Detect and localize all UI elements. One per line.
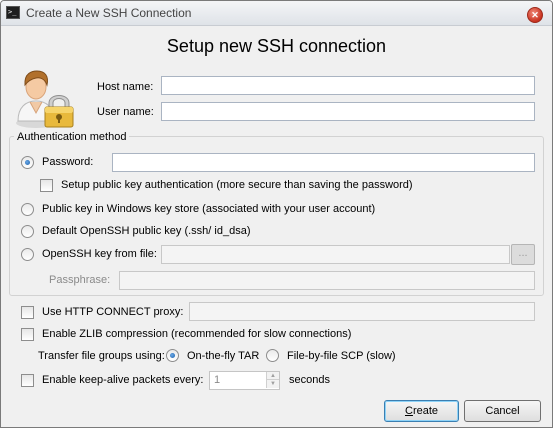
user-lock-icon — [16, 70, 74, 128]
transfer-scp-radio[interactable] — [266, 349, 279, 362]
keepalive-unit-label: seconds — [289, 374, 330, 386]
key-from-file-radio[interactable] — [21, 248, 34, 261]
keepalive-checkbox[interactable] — [21, 374, 34, 387]
transfer-label: Transfer file groups using: — [38, 350, 165, 362]
create-button[interactable]: Create — [384, 400, 459, 422]
transfer-tar-radio[interactable] — [166, 349, 179, 362]
dialog-content: Setup new SSH connection Host name: User… — [2, 26, 551, 426]
key-file-path-input[interactable] — [161, 245, 510, 264]
spin-up-icon[interactable]: ▲ — [266, 372, 279, 380]
auth-method-legend: Authentication method — [14, 131, 130, 143]
browse-key-file-button[interactable]: ... — [511, 244, 535, 265]
keepalive-interval-spinner[interactable]: 1 ▲ ▼ — [209, 371, 280, 390]
spin-down-icon[interactable]: ▼ — [266, 380, 279, 388]
host-name-label: Host name: — [97, 81, 154, 93]
setup-pubkey-label: Setup public key authentication (more se… — [61, 179, 413, 191]
default-openssh-key-radio[interactable] — [21, 225, 34, 238]
keepalive-label: Enable keep-alive packets every: — [42, 374, 204, 386]
http-proxy-input[interactable] — [189, 302, 535, 321]
passphrase-input[interactable] — [119, 271, 535, 290]
password-radio[interactable] — [21, 156, 34, 169]
page-title: Setup new SSH connection — [166, 36, 387, 56]
user-name-input[interactable] — [161, 102, 535, 121]
transfer-tar-label: On-the-fly TAR — [187, 350, 260, 362]
transfer-scp-label: File-by-file SCP (slow) — [287, 350, 396, 362]
windows-key-store-label: Public key in Windows key store (associa… — [42, 203, 376, 215]
key-from-file-label: OpenSSH key from file: — [42, 248, 157, 260]
http-proxy-checkbox[interactable] — [21, 306, 34, 319]
keepalive-interval-value: 1 — [214, 374, 221, 386]
windows-key-store-radio[interactable] — [21, 203, 34, 216]
default-openssh-key-label: Default OpenSSH public key (.ssh/ id_dsa… — [42, 225, 251, 237]
setup-pubkey-checkbox[interactable] — [40, 179, 53, 192]
password-input[interactable] — [112, 153, 535, 172]
passphrase-label: Passphrase: — [49, 274, 111, 286]
title-bar[interactable]: >_ Create a New SSH Connection ✕ — [1, 1, 552, 26]
dialog-window: >_ Create a New SSH Connection ✕ Setup n… — [0, 0, 553, 428]
cancel-button[interactable]: Cancel — [464, 400, 541, 422]
zlib-label: Enable ZLIB compression (recommended for… — [42, 328, 352, 340]
http-proxy-label: Use HTTP CONNECT proxy: — [42, 306, 184, 318]
terminal-icon: >_ — [6, 6, 20, 19]
window-title: Create a New SSH Connection — [26, 6, 192, 20]
host-name-input[interactable] — [161, 76, 535, 95]
user-name-label: User name: — [97, 106, 154, 118]
zlib-checkbox[interactable] — [21, 328, 34, 341]
password-label: Password: — [42, 156, 94, 168]
close-button[interactable]: ✕ — [527, 7, 543, 23]
